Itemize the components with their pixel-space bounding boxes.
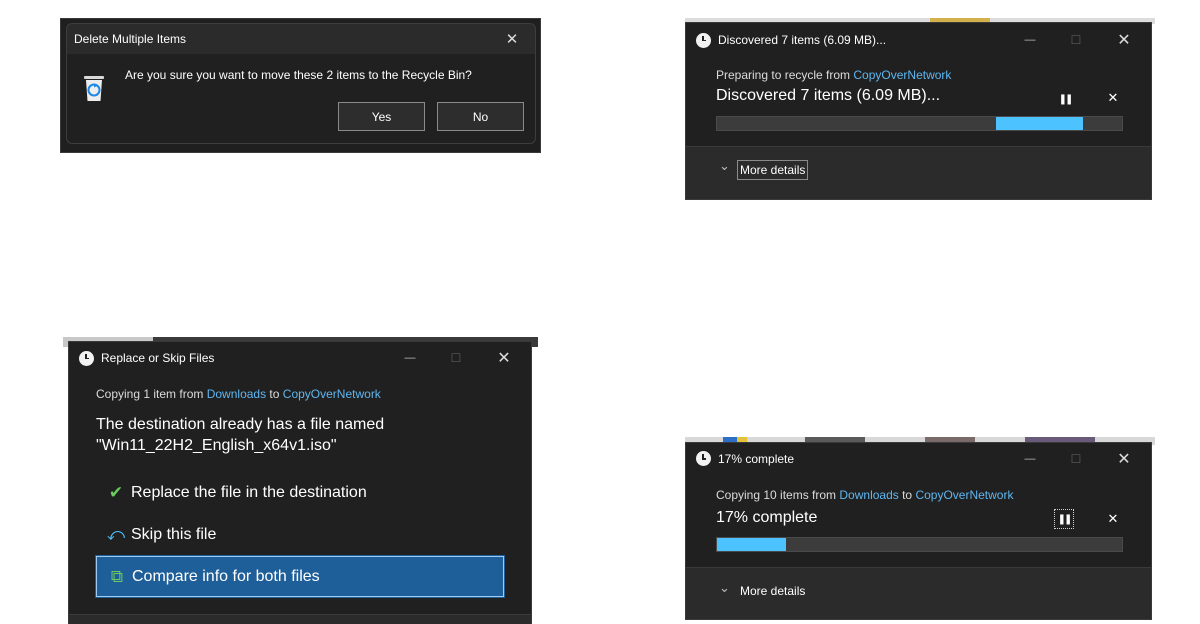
pause-button[interactable]: ❚❚ <box>1056 90 1074 108</box>
delete-confirmation-message: Are you sure you want to move these 2 it… <box>125 68 472 82</box>
minimize-icon[interactable]: — <box>1007 23 1053 57</box>
replace-dialog-title: Replace or Skip Files <box>101 351 215 365</box>
close-icon[interactable]: ✕ <box>1101 443 1147 474</box>
skip-arrow-icon: ⤺ <box>106 525 126 544</box>
replace-heading: The destination already has a file named… <box>96 414 384 456</box>
minimize-icon[interactable]: — <box>1007 443 1053 474</box>
skip-file-option[interactable]: ⤺ Skip this file <box>96 520 504 550</box>
maximize-icon: ☐ <box>1070 451 1082 466</box>
compare-files-option[interactable]: ⧉ Compare info for both files <box>95 555 505 598</box>
copy-source-line: Copying 10 items from Downloads to CopyO… <box>716 488 1013 502</box>
more-details-button[interactable]: More details <box>737 160 809 180</box>
chevron-down-icon[interactable]: ⌄ <box>719 158 730 174</box>
maximize-icon: ☐ <box>1070 33 1082 47</box>
cancel-button[interactable]: ✕ <box>1104 510 1122 528</box>
replace-heading-line1: The destination already has a file named <box>96 416 385 433</box>
replace-destination-link[interactable]: CopyOverNetwork <box>283 387 381 401</box>
maximize-icon: ☐ <box>450 351 462 365</box>
recycle-progress-dialog: Discovered 7 items (6.09 MB)... — ☐ ✕ Pr… <box>685 22 1152 200</box>
clock-icon <box>696 32 711 48</box>
clock-icon <box>696 451 711 466</box>
replace-heading-filename: "Win11_22H2_English_x64v1.iso" <box>96 437 337 454</box>
recycle-bin-icon <box>82 74 106 102</box>
chevron-down-icon[interactable]: ⌄ <box>719 580 730 596</box>
replace-copy-middle: to <box>266 387 283 401</box>
delete-dialog-title: Delete Multiple Items <box>74 32 187 46</box>
close-icon[interactable]: ✕ <box>1101 23 1147 57</box>
copy-status-text: 17% complete <box>716 509 818 526</box>
delete-dialog-frame: Delete Multiple Items ✕ Are you sure you… <box>66 23 536 144</box>
replace-or-skip-files-dialog: Replace or Skip Files — ☐ ✕ Copying 1 it… <box>68 341 532 624</box>
copy-dialog-titlebar: 17% complete — ☐ ✕ <box>686 443 1151 474</box>
more-details-button[interactable]: More details <box>740 584 805 598</box>
copy-dialog-footer: ⌄ More details <box>686 567 1151 619</box>
delete-dialog-titlebar: Delete Multiple Items ✕ <box>67 24 535 54</box>
copy-prefix: Copying 10 items from <box>716 488 840 502</box>
recycle-dialog-footer: ⌄ More details <box>686 146 1151 199</box>
skip-file-option-label: Skip this file <box>131 526 217 543</box>
recycle-dialog-title: Discovered 7 items (6.09 MB)... <box>718 33 887 47</box>
close-icon[interactable]: ✕ <box>481 342 527 374</box>
copy-progress-track <box>716 537 1123 552</box>
recycle-source-line: Preparing to recycle from CopyOverNetwor… <box>716 68 951 82</box>
clock-icon <box>79 350 94 366</box>
recycle-progress-indicator <box>996 117 1083 130</box>
replace-file-option[interactable]: ✔ Replace the file in the destination <box>96 478 504 508</box>
replace-dialog-titlebar: Replace or Skip Files — ☐ ✕ <box>69 342 531 374</box>
replace-copy-line: Copying 1 item from Downloads to CopyOve… <box>96 387 381 401</box>
copy-progress-fill <box>717 538 786 551</box>
recycle-status-text: Discovered 7 items (6.09 MB)... <box>716 87 941 104</box>
no-button[interactable]: No <box>437 102 524 131</box>
pause-button[interactable]: ❚❚ <box>1054 509 1074 529</box>
copy-progress-dialog: 17% complete — ☐ ✕ Copying 10 items from… <box>685 442 1152 620</box>
replace-file-option-label: Replace the file in the destination <box>131 484 367 501</box>
compare-files-option-label: Compare info for both files <box>132 567 320 585</box>
delete-dialog-body: Are you sure you want to move these 2 it… <box>67 54 535 143</box>
recycle-source-prefix: Preparing to recycle from <box>716 68 854 82</box>
copy-dialog-title: 17% complete <box>718 451 795 466</box>
compare-files-icon: ⧉ <box>110 566 124 586</box>
replace-source-link[interactable]: Downloads <box>207 387 266 401</box>
yes-button[interactable]: Yes <box>338 102 425 131</box>
recycle-progress-track <box>716 116 1123 131</box>
cancel-button[interactable]: ✕ <box>1104 89 1122 107</box>
copy-middle: to <box>898 488 916 502</box>
close-icon[interactable]: ✕ <box>489 24 535 54</box>
copy-destination-link[interactable]: CopyOverNetwork <box>915 488 1013 502</box>
minimize-icon[interactable]: — <box>387 342 433 374</box>
recycle-dialog-titlebar: Discovered 7 items (6.09 MB)... — ☐ ✕ <box>686 23 1151 57</box>
copy-source-link[interactable]: Downloads <box>839 488 898 502</box>
replace-copy-prefix: Copying 1 item from <box>96 387 207 401</box>
delete-multiple-items-dialog: Delete Multiple Items ✕ Are you sure you… <box>60 18 541 153</box>
recycle-source-link[interactable]: CopyOverNetwork <box>853 68 951 82</box>
replace-dialog-footer <box>69 614 531 624</box>
checkmark-icon: ✔ <box>108 483 124 502</box>
